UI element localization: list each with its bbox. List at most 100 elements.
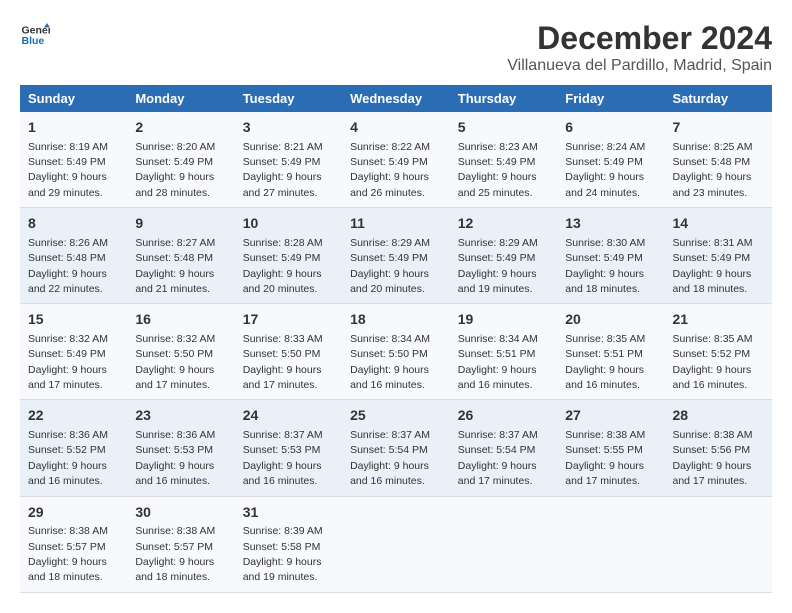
col-saturday: Saturday bbox=[665, 85, 773, 112]
day-number: 23 bbox=[135, 406, 226, 426]
calendar-cell: 8 Sunrise: 8:26 AMSunset: 5:48 PMDayligh… bbox=[20, 208, 127, 304]
col-sunday: Sunday bbox=[20, 85, 127, 112]
calendar-cell: 16 Sunrise: 8:32 AMSunset: 5:50 PMDaylig… bbox=[127, 304, 234, 400]
calendar-cell bbox=[557, 496, 664, 592]
day-info: Sunrise: 8:34 AMSunset: 5:51 PMDaylight:… bbox=[458, 333, 538, 391]
day-number: 31 bbox=[243, 503, 334, 523]
day-number: 10 bbox=[243, 214, 334, 234]
day-number: 1 bbox=[28, 118, 119, 138]
calendar-cell: 19 Sunrise: 8:34 AMSunset: 5:51 PMDaylig… bbox=[450, 304, 558, 400]
day-info: Sunrise: 8:34 AMSunset: 5:50 PMDaylight:… bbox=[350, 333, 430, 391]
col-wednesday: Wednesday bbox=[342, 85, 450, 112]
calendar-cell: 3 Sunrise: 8:21 AMSunset: 5:49 PMDayligh… bbox=[235, 112, 342, 208]
day-number: 14 bbox=[673, 214, 765, 234]
month-year: December 2024 bbox=[507, 20, 772, 57]
calendar-cell bbox=[450, 496, 558, 592]
day-number: 11 bbox=[350, 214, 442, 234]
calendar-cell bbox=[665, 496, 773, 592]
calendar-cell: 7 Sunrise: 8:25 AMSunset: 5:48 PMDayligh… bbox=[665, 112, 773, 208]
day-info: Sunrise: 8:32 AMSunset: 5:50 PMDaylight:… bbox=[135, 333, 215, 391]
calendar-cell: 10 Sunrise: 8:28 AMSunset: 5:49 PMDaylig… bbox=[235, 208, 342, 304]
calendar-week-row: 15 Sunrise: 8:32 AMSunset: 5:49 PMDaylig… bbox=[20, 304, 772, 400]
col-tuesday: Tuesday bbox=[235, 85, 342, 112]
day-info: Sunrise: 8:37 AMSunset: 5:54 PMDaylight:… bbox=[350, 429, 430, 487]
page-header: General Blue December 2024 Villanueva de… bbox=[20, 20, 772, 75]
calendar-cell: 17 Sunrise: 8:33 AMSunset: 5:50 PMDaylig… bbox=[235, 304, 342, 400]
logo: General Blue bbox=[20, 20, 50, 50]
day-info: Sunrise: 8:35 AMSunset: 5:52 PMDaylight:… bbox=[673, 333, 753, 391]
day-info: Sunrise: 8:38 AMSunset: 5:55 PMDaylight:… bbox=[565, 429, 645, 487]
day-info: Sunrise: 8:23 AMSunset: 5:49 PMDaylight:… bbox=[458, 141, 538, 199]
col-friday: Friday bbox=[557, 85, 664, 112]
calendar-cell: 2 Sunrise: 8:20 AMSunset: 5:49 PMDayligh… bbox=[127, 112, 234, 208]
day-number: 17 bbox=[243, 310, 334, 330]
calendar-cell: 30 Sunrise: 8:38 AMSunset: 5:57 PMDaylig… bbox=[127, 496, 234, 592]
calendar-cell: 25 Sunrise: 8:37 AMSunset: 5:54 PMDaylig… bbox=[342, 400, 450, 496]
day-info: Sunrise: 8:31 AMSunset: 5:49 PMDaylight:… bbox=[673, 237, 753, 295]
day-number: 19 bbox=[458, 310, 550, 330]
day-number: 27 bbox=[565, 406, 656, 426]
day-number: 5 bbox=[458, 118, 550, 138]
calendar-cell: 27 Sunrise: 8:38 AMSunset: 5:55 PMDaylig… bbox=[557, 400, 664, 496]
calendar-cell: 1 Sunrise: 8:19 AMSunset: 5:49 PMDayligh… bbox=[20, 112, 127, 208]
title-block: December 2024 Villanueva del Pardillo, M… bbox=[507, 20, 772, 75]
calendar-cell: 6 Sunrise: 8:24 AMSunset: 5:49 PMDayligh… bbox=[557, 112, 664, 208]
day-number: 13 bbox=[565, 214, 656, 234]
calendar-cell: 11 Sunrise: 8:29 AMSunset: 5:49 PMDaylig… bbox=[342, 208, 450, 304]
calendar-week-row: 29 Sunrise: 8:38 AMSunset: 5:57 PMDaylig… bbox=[20, 496, 772, 592]
calendar-cell: 23 Sunrise: 8:36 AMSunset: 5:53 PMDaylig… bbox=[127, 400, 234, 496]
day-number: 20 bbox=[565, 310, 656, 330]
col-monday: Monday bbox=[127, 85, 234, 112]
day-info: Sunrise: 8:30 AMSunset: 5:49 PMDaylight:… bbox=[565, 237, 645, 295]
day-number: 2 bbox=[135, 118, 226, 138]
day-number: 30 bbox=[135, 503, 226, 523]
day-info: Sunrise: 8:22 AMSunset: 5:49 PMDaylight:… bbox=[350, 141, 430, 199]
day-info: Sunrise: 8:27 AMSunset: 5:48 PMDaylight:… bbox=[135, 237, 215, 295]
day-info: Sunrise: 8:32 AMSunset: 5:49 PMDaylight:… bbox=[28, 333, 108, 391]
day-number: 26 bbox=[458, 406, 550, 426]
day-info: Sunrise: 8:37 AMSunset: 5:53 PMDaylight:… bbox=[243, 429, 323, 487]
day-info: Sunrise: 8:36 AMSunset: 5:52 PMDaylight:… bbox=[28, 429, 108, 487]
day-info: Sunrise: 8:20 AMSunset: 5:49 PMDaylight:… bbox=[135, 141, 215, 199]
calendar-week-row: 1 Sunrise: 8:19 AMSunset: 5:49 PMDayligh… bbox=[20, 112, 772, 208]
location: Villanueva del Pardillo, Madrid, Spain bbox=[507, 57, 772, 75]
day-info: Sunrise: 8:29 AMSunset: 5:49 PMDaylight:… bbox=[458, 237, 538, 295]
day-number: 7 bbox=[673, 118, 765, 138]
calendar-header-row: Sunday Monday Tuesday Wednesday Thursday… bbox=[20, 85, 772, 112]
day-info: Sunrise: 8:35 AMSunset: 5:51 PMDaylight:… bbox=[565, 333, 645, 391]
day-number: 18 bbox=[350, 310, 442, 330]
calendar-cell: 14 Sunrise: 8:31 AMSunset: 5:49 PMDaylig… bbox=[665, 208, 773, 304]
day-info: Sunrise: 8:24 AMSunset: 5:49 PMDaylight:… bbox=[565, 141, 645, 199]
day-number: 12 bbox=[458, 214, 550, 234]
calendar-cell: 18 Sunrise: 8:34 AMSunset: 5:50 PMDaylig… bbox=[342, 304, 450, 400]
calendar-cell: 26 Sunrise: 8:37 AMSunset: 5:54 PMDaylig… bbox=[450, 400, 558, 496]
day-number: 8 bbox=[28, 214, 119, 234]
day-info: Sunrise: 8:37 AMSunset: 5:54 PMDaylight:… bbox=[458, 429, 538, 487]
calendar-cell: 5 Sunrise: 8:23 AMSunset: 5:49 PMDayligh… bbox=[450, 112, 558, 208]
svg-text:Blue: Blue bbox=[22, 35, 45, 47]
day-number: 29 bbox=[28, 503, 119, 523]
calendar-cell: 29 Sunrise: 8:38 AMSunset: 5:57 PMDaylig… bbox=[20, 496, 127, 592]
day-info: Sunrise: 8:29 AMSunset: 5:49 PMDaylight:… bbox=[350, 237, 430, 295]
day-number: 25 bbox=[350, 406, 442, 426]
day-info: Sunrise: 8:39 AMSunset: 5:58 PMDaylight:… bbox=[243, 525, 323, 583]
day-number: 6 bbox=[565, 118, 656, 138]
day-number: 22 bbox=[28, 406, 119, 426]
day-info: Sunrise: 8:28 AMSunset: 5:49 PMDaylight:… bbox=[243, 237, 323, 295]
logo-icon: General Blue bbox=[20, 20, 50, 50]
day-info: Sunrise: 8:38 AMSunset: 5:56 PMDaylight:… bbox=[673, 429, 753, 487]
calendar-cell: 31 Sunrise: 8:39 AMSunset: 5:58 PMDaylig… bbox=[235, 496, 342, 592]
day-number: 4 bbox=[350, 118, 442, 138]
day-number: 21 bbox=[673, 310, 765, 330]
calendar-cell: 28 Sunrise: 8:38 AMSunset: 5:56 PMDaylig… bbox=[665, 400, 773, 496]
day-info: Sunrise: 8:26 AMSunset: 5:48 PMDaylight:… bbox=[28, 237, 108, 295]
calendar-cell: 12 Sunrise: 8:29 AMSunset: 5:49 PMDaylig… bbox=[450, 208, 558, 304]
calendar-cell bbox=[342, 496, 450, 592]
calendar-cell: 4 Sunrise: 8:22 AMSunset: 5:49 PMDayligh… bbox=[342, 112, 450, 208]
day-info: Sunrise: 8:38 AMSunset: 5:57 PMDaylight:… bbox=[135, 525, 215, 583]
calendar-cell: 24 Sunrise: 8:37 AMSunset: 5:53 PMDaylig… bbox=[235, 400, 342, 496]
day-info: Sunrise: 8:36 AMSunset: 5:53 PMDaylight:… bbox=[135, 429, 215, 487]
col-thursday: Thursday bbox=[450, 85, 558, 112]
day-info: Sunrise: 8:19 AMSunset: 5:49 PMDaylight:… bbox=[28, 141, 108, 199]
calendar-week-row: 22 Sunrise: 8:36 AMSunset: 5:52 PMDaylig… bbox=[20, 400, 772, 496]
